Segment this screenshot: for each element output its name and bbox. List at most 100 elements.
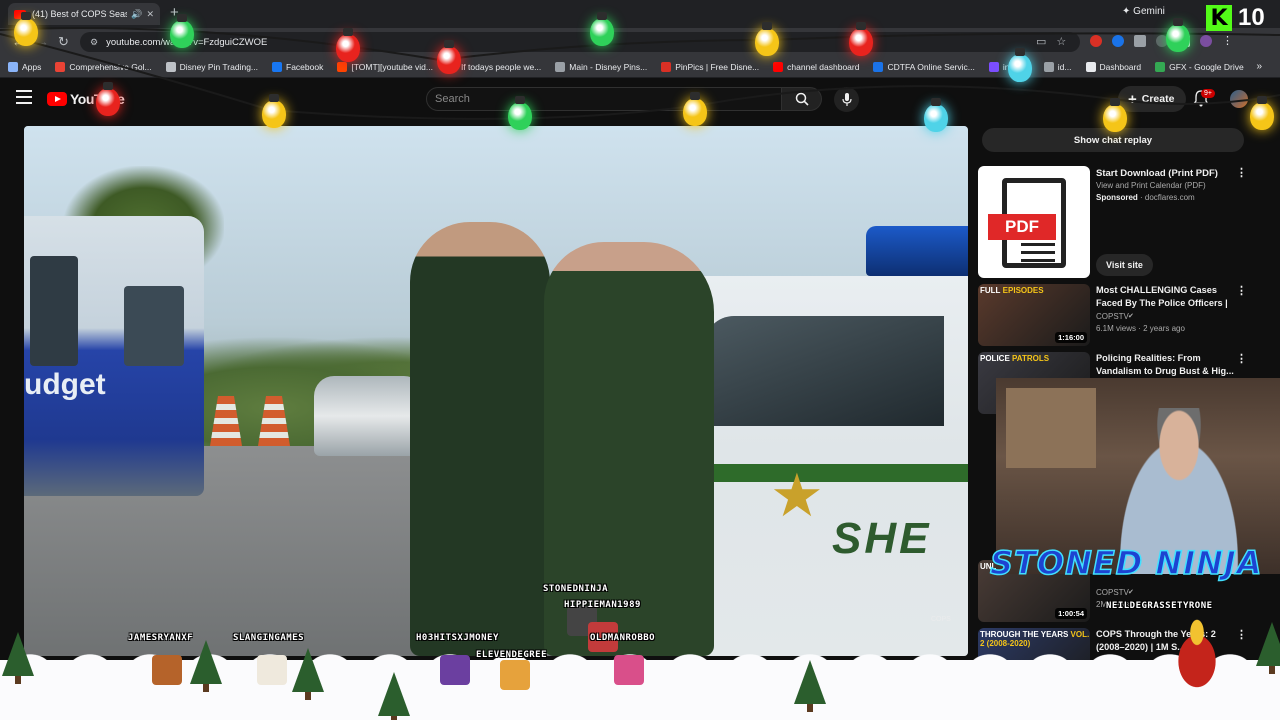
extension-icon[interactable] [1090, 35, 1102, 47]
chatter-avatar-sprite [440, 655, 470, 685]
christmas-tree [794, 660, 826, 712]
bookmark-star-icon[interactable]: ☆ [1056, 36, 1076, 48]
bookmark-item[interactable]: If todays people we... [446, 61, 541, 72]
christmas-bulb [1250, 96, 1274, 130]
more-options-icon[interactable]: ⋮ [1236, 166, 1247, 179]
bookmark-label: Comprehensive Gol... [69, 61, 152, 72]
bookmark-favicon-icon [1085, 61, 1096, 72]
chatter-avatar-sprite [500, 660, 530, 690]
sponsored-label: Sponsored [1096, 193, 1138, 202]
bookmark-favicon-icon [272, 61, 283, 72]
bookmark-favicon-icon [337, 61, 348, 72]
video-title[interactable]: Policing Realities: From Vandalism to Dr… [1096, 352, 1236, 377]
thumbnail-tag: POLICE PATROLS [980, 354, 1049, 363]
chatter-username: STONEDNINJA [543, 584, 609, 594]
thumbnail-tag: FULL EPISODES [980, 286, 1044, 295]
chatter-avatar-sprite [152, 655, 182, 685]
channel-name[interactable]: COPSTV [1096, 312, 1129, 321]
bookmark-item[interactable]: Dashboard [1085, 61, 1141, 72]
browser-menu-icon[interactable]: ⋮ [1222, 35, 1234, 47]
bookmark-item[interactable]: PinPics | Free Disne... [661, 61, 760, 72]
bookmark-label: Apps [22, 61, 42, 72]
sheriff-star-emblem: ★ [770, 462, 824, 529]
extensions-puzzle-icon[interactable] [1134, 35, 1146, 47]
christmas-bulb [437, 40, 461, 74]
create-label: Create [1141, 93, 1175, 105]
video-duration: 1:16:00 [1055, 332, 1087, 343]
bookmark-label: Disney Pin Trading... [179, 61, 259, 72]
bookmark-item[interactable]: id... [1043, 61, 1072, 72]
thumbnail-tag: THROUGH THE YEARS VOL. 2 (2008-2020) [980, 630, 1090, 648]
site-info-icon[interactable]: ⚙ [90, 37, 98, 48]
chatter-username: JAMESRYANXF [128, 633, 194, 643]
verified-check-icon: ✔ [1128, 313, 1134, 320]
christmas-bulb [336, 28, 360, 62]
ad-title[interactable]: Start Download (Print PDF) [1096, 168, 1218, 179]
bookmarks-overflow-icon[interactable]: » [1256, 61, 1262, 72]
christmas-bulb [683, 92, 707, 126]
video-watermark: COPS [931, 616, 951, 623]
car-window [704, 316, 944, 426]
bookmark-item[interactable]: Comprehensive Gol... [55, 61, 152, 72]
video-frame-officer [410, 222, 550, 656]
bus-window [124, 286, 184, 366]
bookmark-label: Main - Disney Pins... [569, 61, 648, 72]
search-icon [795, 92, 809, 106]
more-options-icon[interactable]: ⋮ [1236, 628, 1247, 641]
christmas-tree [1256, 622, 1280, 674]
youtube-play-icon [47, 92, 67, 106]
chatter-username: HIPPIEMAN1989 [564, 600, 641, 610]
extension-icon[interactable] [1112, 35, 1124, 47]
more-options-icon[interactable]: ⋮ [1236, 284, 1247, 297]
christmas-bulb [849, 22, 873, 56]
christmas-tree [378, 672, 410, 720]
christmas-bulb [755, 22, 779, 56]
voice-search-button[interactable] [834, 87, 859, 112]
christmas-tree [190, 640, 222, 692]
video-title[interactable]: Most CHALLENGING Cases Faced By The Poli… [1096, 284, 1236, 309]
sponsored-ad[interactable]: PDF Start Download (Print PDF) View and … [978, 166, 1268, 278]
hamburger-menu-icon[interactable] [16, 90, 32, 104]
chatter-avatar-sprite [257, 655, 287, 685]
video-thumbnail[interactable]: FULL EPISODES 1:16:00 [978, 284, 1090, 346]
bookmark-item[interactable]: Disney Pin Trading... [165, 61, 259, 72]
video-frame-parked-cars [314, 376, 424, 456]
bookmark-item[interactable]: [TOMT][youtube vid... [337, 61, 433, 72]
create-button[interactable]: + Create [1118, 86, 1187, 112]
christmas-bulb [170, 14, 194, 48]
bookmark-item[interactable]: CDTFA Online Servic... [873, 61, 975, 72]
bookmark-item[interactable]: Apps [8, 61, 42, 72]
bookmark-item[interactable]: channel dashboard [773, 61, 859, 72]
bookmark-label: PinPics | Free Disne... [675, 61, 760, 72]
recommended-video[interactable]: FULL EPISODES 1:16:00 Most CHALLENGING Cas… [978, 284, 1270, 350]
tab-audio-icon[interactable]: 🔊 [131, 9, 142, 20]
video-player[interactable]: udget ★ SHE COPS [24, 126, 968, 656]
tab-title: (41) Best of COPS Season 1 [32, 9, 127, 19]
gemini-button[interactable]: ✦ Gemini [1122, 6, 1165, 17]
bookmark-favicon-icon [661, 61, 672, 72]
account-avatar[interactable] [1230, 90, 1248, 108]
tab-close-icon[interactable]: ✕ [146, 9, 154, 20]
chatter-username: OLDMANROBBO [590, 633, 656, 643]
more-options-icon[interactable]: ⋮ [1236, 352, 1247, 365]
address-bar[interactable]: ⚙ youtube.com/watch?v=FzdguiCZWOE [80, 32, 1080, 52]
bookmark-item[interactable]: Main - Disney Pins... [555, 61, 648, 72]
bookmark-item[interactable]: Facebook [272, 61, 323, 72]
christmas-bulb [590, 12, 614, 46]
bookmark-favicon-icon [555, 61, 566, 72]
microphone-icon [841, 92, 852, 106]
ad-thumbnail[interactable]: PDF [978, 166, 1090, 278]
cast-icon[interactable]: ▭ [1036, 36, 1056, 48]
kick-viewer-badge: K 10 [1206, 4, 1265, 32]
youtube-header: YouTube Search + Create [0, 78, 1280, 122]
search-button[interactable] [782, 87, 822, 111]
channel-name[interactable]: COPSTV [1096, 588, 1129, 597]
reload-icon[interactable]: ↻ [58, 34, 69, 50]
bookmark-item[interactable]: GFX - Google Drive [1155, 61, 1244, 72]
streamer-name-overlay: STONED NINJA [989, 543, 1263, 583]
visit-site-button[interactable]: Visit site [1096, 254, 1153, 276]
search-input[interactable]: Search [426, 87, 782, 111]
profile-icon[interactable] [1200, 35, 1212, 47]
kick-logo-icon: K [1206, 5, 1232, 31]
forward-arrow-icon[interactable]: → [36, 34, 49, 49]
